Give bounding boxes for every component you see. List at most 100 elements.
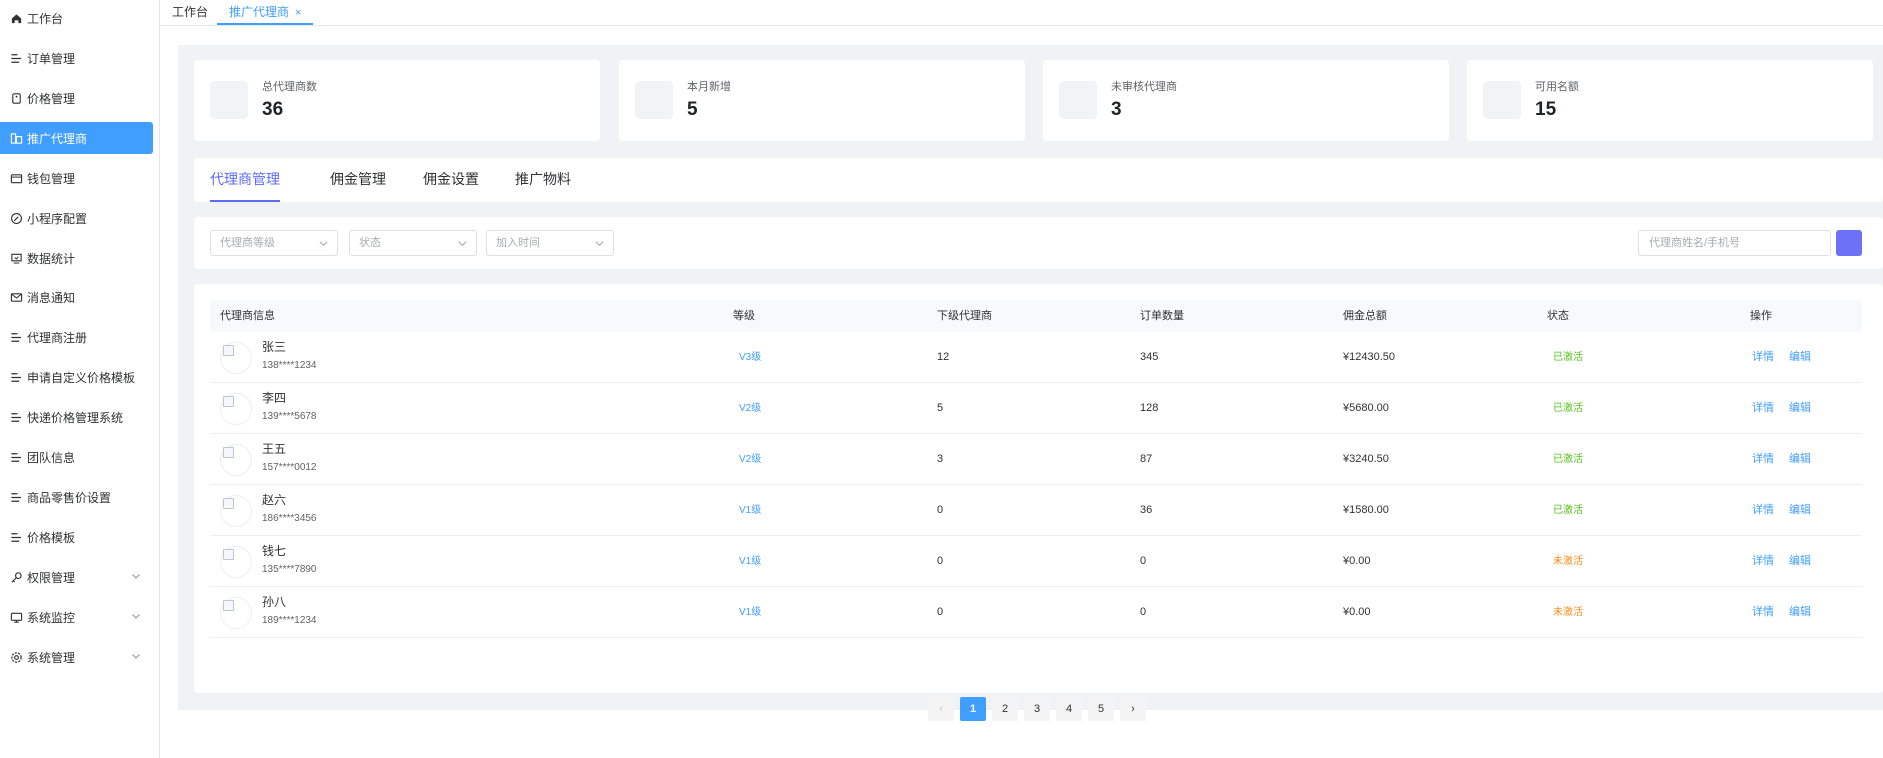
sidebar-item[interactable]: 订单管理: [0, 42, 153, 74]
sidebar-item-label: 系统管理: [27, 650, 76, 665]
sidebar-item[interactable]: 工作台: [0, 2, 153, 34]
sidebar-item[interactable]: 团队信息: [0, 441, 153, 473]
avatar: [220, 597, 252, 629]
order-count: 345: [1140, 351, 1159, 363]
column-header: 代理商信息: [220, 310, 275, 322]
edit-link[interactable]: 编辑: [1789, 332, 1811, 383]
agent-name: 李四: [262, 391, 287, 405]
detail-link[interactable]: 详情: [1752, 383, 1774, 434]
stat-value: 5: [687, 99, 698, 120]
agent-level: V1级: [739, 556, 762, 567]
sidebar-item[interactable]: 系统管理: [0, 641, 153, 673]
stat-card-total-agents: 总代理商数 36: [194, 60, 600, 141]
status-badge: 已激活: [1553, 403, 1583, 414]
agent-phone: 138****1234: [262, 360, 317, 371]
order-count: 87: [1140, 453, 1153, 465]
sidebar-item[interactable]: 小程序配置: [0, 202, 153, 234]
sidebar-item-label: 系统监控: [27, 610, 76, 625]
page-1-button[interactable]: 1: [960, 697, 986, 721]
order-count: 36: [1140, 504, 1153, 516]
close-icon[interactable]: ×: [295, 7, 301, 19]
stat-value: 36: [262, 99, 284, 120]
sidebar-item[interactable]: 价格管理: [0, 82, 153, 114]
chevron-down-icon: [595, 241, 604, 247]
next-page-button[interactable]: ›: [1120, 697, 1146, 721]
stat-label: 总代理商数: [262, 81, 317, 93]
search-button[interactable]: [1836, 230, 1862, 256]
agent-phone: 139****5678: [262, 411, 317, 422]
chevron-down-icon[interactable]: [131, 571, 141, 581]
page-4-button[interactable]: 4: [1056, 697, 1082, 721]
sub-agent-count: 12: [937, 351, 950, 363]
edit-link[interactable]: 编辑: [1789, 434, 1811, 485]
detail-link[interactable]: 详情: [1752, 536, 1774, 587]
status-badge: 已激活: [1553, 505, 1583, 516]
tab-agent-management[interactable]: 代理商管理: [210, 158, 280, 202]
chevron-down-icon[interactable]: [131, 611, 141, 621]
gear-icon: [9, 650, 23, 664]
status-select[interactable]: 状态: [349, 230, 477, 256]
table-row: 孙八 189****1234 V1级 0 0 ¥0.00 未激活 详情 编辑: [210, 587, 1862, 638]
sidebar-item[interactable]: 快递价格管理系统: [0, 401, 153, 433]
page-2-button[interactable]: 2: [992, 697, 1018, 721]
commission-total: ¥0.00: [1343, 555, 1371, 567]
detail-link[interactable]: 详情: [1752, 587, 1774, 638]
edit-link[interactable]: 编辑: [1789, 587, 1811, 638]
sidebar-item-label: 快递价格管理系统: [27, 410, 124, 425]
detail-link[interactable]: 详情: [1752, 332, 1774, 383]
status-badge: 已激活: [1553, 352, 1583, 363]
wallet-icon: [9, 171, 23, 185]
page-3-button[interactable]: 3: [1024, 697, 1050, 721]
avatar: [220, 393, 252, 425]
tab-commission-management[interactable]: 佣金管理: [330, 158, 386, 202]
stat-label: 未审核代理商: [1111, 81, 1177, 93]
sidebar-item-label: 代理商注册: [27, 330, 88, 345]
sidebar-item[interactable]: 代理商注册: [0, 321, 153, 353]
sidebar-item-label: 商品零售价设置: [27, 490, 112, 505]
list-icon: [9, 370, 23, 384]
tab-promotion-materials[interactable]: 推广物料: [515, 158, 571, 202]
sidebar-item-label: 推广代理商: [27, 131, 88, 146]
mail-icon: [9, 290, 23, 304]
sidebar-item-label: 工作台: [27, 11, 64, 26]
tab-promotion-agents[interactable]: 推广代理商 ×: [217, 0, 314, 25]
chevron-down-icon[interactable]: [131, 651, 141, 661]
tab-commission-settings[interactable]: 佣金设置: [423, 158, 479, 202]
sidebar-item[interactable]: 商品零售价设置: [0, 481, 153, 513]
sidebar-item[interactable]: 钱包管理: [0, 162, 153, 194]
sidebar-item-label: 订单管理: [27, 51, 76, 66]
sidebar-item[interactable]: 数据统计: [0, 242, 153, 274]
sub-agent-count: 0: [937, 555, 944, 567]
sidebar-item[interactable]: 权限管理: [0, 561, 153, 593]
search-input[interactable]: [1638, 230, 1831, 256]
sidebar-item[interactable]: 推广代理商: [0, 122, 153, 154]
list-icon: [9, 450, 23, 464]
agent-name: 孙八: [262, 595, 287, 609]
sidebar-item-label: 消息通知: [27, 290, 76, 305]
sub-agent-count: 3: [937, 453, 944, 465]
list-icon: [9, 410, 23, 424]
tab-workbench[interactable]: 工作台: [160, 0, 220, 25]
sidebar-item[interactable]: 申请自定义价格模板: [0, 361, 153, 393]
column-header: 订单数量: [1140, 310, 1184, 322]
filter-bar: 代理商等级 状态 加入时间: [194, 217, 1883, 269]
stat-icon: [210, 81, 248, 119]
agent-name: 张三: [262, 340, 287, 354]
main-content: 总代理商数 36 本月新增 5 未审核代理商 3 可用名额 15 代理商管理 佣…: [178, 45, 1883, 721]
sidebar-item[interactable]: 系统监控: [0, 601, 153, 633]
edit-link[interactable]: 编辑: [1789, 536, 1811, 587]
prev-page-button[interactable]: ‹: [928, 697, 954, 721]
edit-link[interactable]: 编辑: [1789, 485, 1811, 536]
page-5-button[interactable]: 5: [1088, 697, 1114, 721]
agent-level-select[interactable]: 代理商等级: [210, 230, 338, 256]
sidebar-item[interactable]: 价格模板: [0, 521, 153, 553]
detail-link[interactable]: 详情: [1752, 434, 1774, 485]
table-row: 钱七 135****7890 V1级 0 0 ¥0.00 未激活 详情 编辑: [210, 536, 1862, 587]
join-time-select[interactable]: 加入时间: [486, 230, 614, 256]
edit-link[interactable]: 编辑: [1789, 383, 1811, 434]
sidebar-item[interactable]: 消息通知: [0, 281, 153, 313]
agent-level: V1级: [739, 505, 762, 516]
sub-agent-count: 0: [937, 504, 944, 516]
detail-link[interactable]: 详情: [1752, 485, 1774, 536]
price-tag-icon: [9, 91, 23, 105]
